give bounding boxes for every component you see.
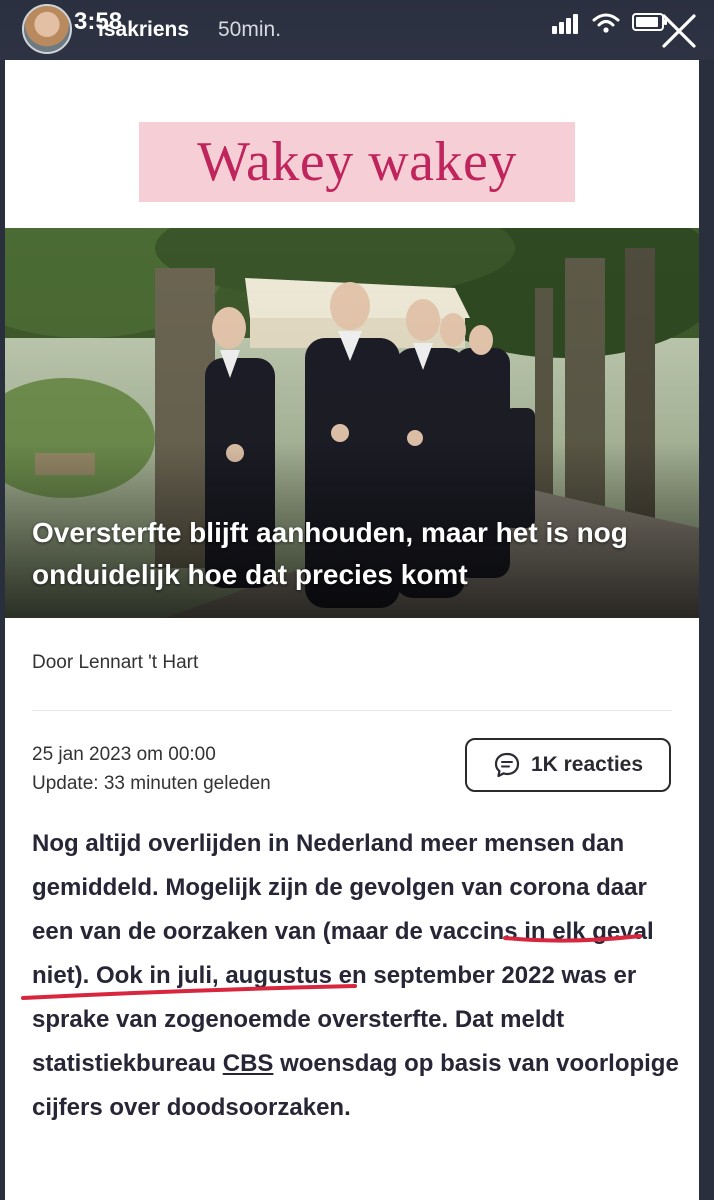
article-author: Door Lennart 't Hart bbox=[32, 652, 199, 673]
avatar[interactable] bbox=[22, 4, 72, 54]
signal-icon bbox=[552, 12, 582, 34]
article-headline[interactable]: Oversterfte blijft aanhouden, maar het i… bbox=[32, 512, 672, 596]
story-username[interactable]: isakriens bbox=[98, 18, 189, 42]
update-date: Update: 33 minuten geleden bbox=[32, 773, 271, 794]
promo-banner[interactable]: Wakey wakey bbox=[139, 122, 575, 202]
divider bbox=[32, 710, 672, 711]
article-card: Wakey wakey Oversterfte blijft aanhouden… bbox=[5, 60, 699, 1200]
article-body: Nog altijd overlijden in Nederland meer … bbox=[32, 822, 682, 1130]
promo-banner-text: Wakey wakey bbox=[197, 131, 517, 193]
close-icon[interactable] bbox=[658, 10, 700, 52]
reactions-button[interactable]: 1K reacties bbox=[465, 738, 671, 792]
body-text-part1: Nog altijd overlijden in Nederland meer … bbox=[32, 830, 654, 1077]
cbs-link[interactable]: CBS bbox=[223, 1050, 274, 1077]
wifi-icon bbox=[592, 13, 620, 33]
story-time-ago: 50min. bbox=[218, 18, 282, 41]
reactions-label: 1K reacties bbox=[530, 753, 644, 776]
hero-image[interactable]: Oversterfte blijft aanhouden, maar het i… bbox=[5, 228, 699, 618]
comment-icon bbox=[494, 752, 520, 778]
story-header: 3:58 isakriens 50min. bbox=[0, 0, 714, 60]
publish-date: 25 jan 2023 om 00:00 bbox=[32, 744, 216, 765]
article-dates: 25 jan 2023 om 00:00 Update: 33 minuten … bbox=[32, 740, 271, 798]
